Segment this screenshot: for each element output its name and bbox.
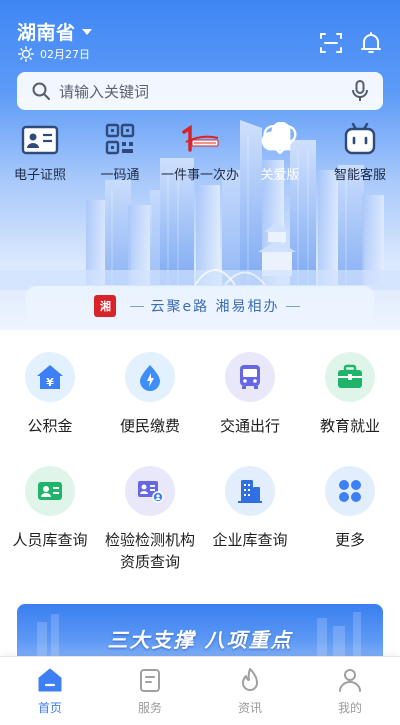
tab-home[interactable]: 首页	[20, 667, 80, 716]
tab-services[interactable]: 服务	[120, 667, 180, 716]
service-icon-bg	[225, 352, 275, 402]
id-card-icon	[21, 125, 59, 155]
quick-link-one-thing[interactable]: 一件事一次办	[160, 122, 240, 183]
tab-label: 首页	[37, 701, 62, 715]
tab-label: 我的	[337, 701, 362, 715]
quick-link-ai-service[interactable]: 智能客服	[320, 122, 400, 183]
qr-code-icon	[105, 123, 135, 155]
weather-date: 02月27日	[18, 46, 90, 62]
water-drop-icon	[140, 365, 160, 391]
service-icon-bg	[325, 352, 375, 402]
more-grid-icon	[339, 480, 361, 502]
service-more[interactable]: 更多	[300, 466, 400, 551]
service-label: 检验检测机构资质查询	[105, 531, 196, 571]
divider	[130, 305, 145, 307]
banner-title: 三大支撑 八项重点	[107, 628, 293, 652]
divider	[285, 305, 300, 307]
certificate-icon	[138, 481, 164, 503]
region-name: 湖南省	[17, 22, 76, 44]
promo-banner[interactable]: 三大支撑 八项重点	[17, 604, 383, 664]
xiang-logo: 湘	[94, 295, 117, 317]
id-badge-icon	[38, 482, 62, 500]
region-selector[interactable]: 湖南省	[17, 18, 92, 45]
caret-down-icon	[81, 28, 92, 35]
quick-link-label: 电子证照	[13, 168, 66, 183]
robot-icon	[344, 122, 376, 155]
service-utility-payment[interactable]: 便民缴费	[100, 352, 200, 437]
building-icon	[238, 480, 262, 503]
service-label: 交通出行	[219, 417, 280, 435]
service-label: 人员库查询	[12, 531, 88, 549]
date-text: 02月27日	[40, 48, 90, 61]
bell-icon[interactable]	[358, 30, 384, 56]
tab-news[interactable]: 资讯	[220, 667, 280, 716]
flame-icon	[242, 668, 258, 691]
service-housing-fund[interactable]: ¥ 公积金	[0, 352, 100, 437]
search-input[interactable]: 请输入关键词	[59, 81, 351, 102]
service-education-employment[interactable]: 教育就业	[300, 352, 400, 437]
quick-link-id-card[interactable]: 电子证照	[0, 122, 80, 183]
quick-link-label: 一码通	[100, 168, 140, 183]
heart-icon	[261, 122, 297, 155]
service-icon-bg	[225, 466, 275, 516]
quick-link-label: 智能客服	[333, 168, 386, 183]
service-label: 公积金	[27, 417, 73, 435]
bus-icon	[240, 365, 260, 389]
one-thing-logo-icon	[182, 124, 219, 152]
quick-link-label: 关爱版	[260, 168, 300, 183]
service-icon-bg	[25, 466, 75, 516]
svg-text:¥: ¥	[46, 376, 54, 389]
service-icon-bg: ¥	[25, 352, 75, 402]
tab-label: 资讯	[237, 701, 262, 715]
sun-icon	[18, 46, 34, 62]
user-icon	[339, 669, 361, 692]
service-enterprise-query[interactable]: 企业库查询	[200, 466, 300, 551]
service-doc-icon	[140, 669, 160, 692]
quick-link-care-mode[interactable]: 关爱版	[240, 122, 320, 183]
tab-profile[interactable]: 我的	[320, 667, 380, 716]
home-icon	[38, 668, 62, 692]
slogan-text: 云聚e路 湘易相办	[150, 299, 280, 315]
slogan-card: 湘 云聚e路 湘易相办	[26, 286, 374, 326]
top-bar: 湖南省 02月27日	[0, 0, 400, 70]
tab-label: 服务	[137, 701, 162, 715]
service-label: 更多	[334, 531, 365, 549]
service-label: 企业库查询	[212, 531, 288, 549]
service-icon-bg	[325, 466, 375, 516]
search-bar[interactable]: 请输入关键词	[17, 72, 383, 110]
search-icon	[32, 82, 50, 100]
service-inspection-agency-query[interactable]: 检验检测机构资质查询	[100, 466, 200, 573]
service-personnel-query[interactable]: 人员库查询	[0, 466, 100, 551]
quick-link-qr-code[interactable]: 一码通	[80, 122, 160, 183]
hero-header: 湖南省 02月27日 请输入关键词 电子证照 一码通 一件事一次办 关爱版 智能…	[0, 0, 400, 330]
quick-link-label: 一件事一次办	[160, 168, 239, 183]
bottom-tab-bar: 首页 服务 资讯 我的	[0, 656, 400, 725]
microphone-icon[interactable]	[351, 80, 369, 102]
service-icon-bg	[125, 352, 175, 402]
briefcase-icon	[338, 364, 362, 388]
service-label: 教育就业	[319, 417, 380, 435]
service-icon-bg	[125, 466, 175, 516]
scan-icon[interactable]	[318, 30, 344, 56]
housing-fund-icon: ¥	[37, 365, 63, 389]
service-label: 便民缴费	[119, 417, 180, 435]
service-transport[interactable]: 交通出行	[200, 352, 300, 437]
